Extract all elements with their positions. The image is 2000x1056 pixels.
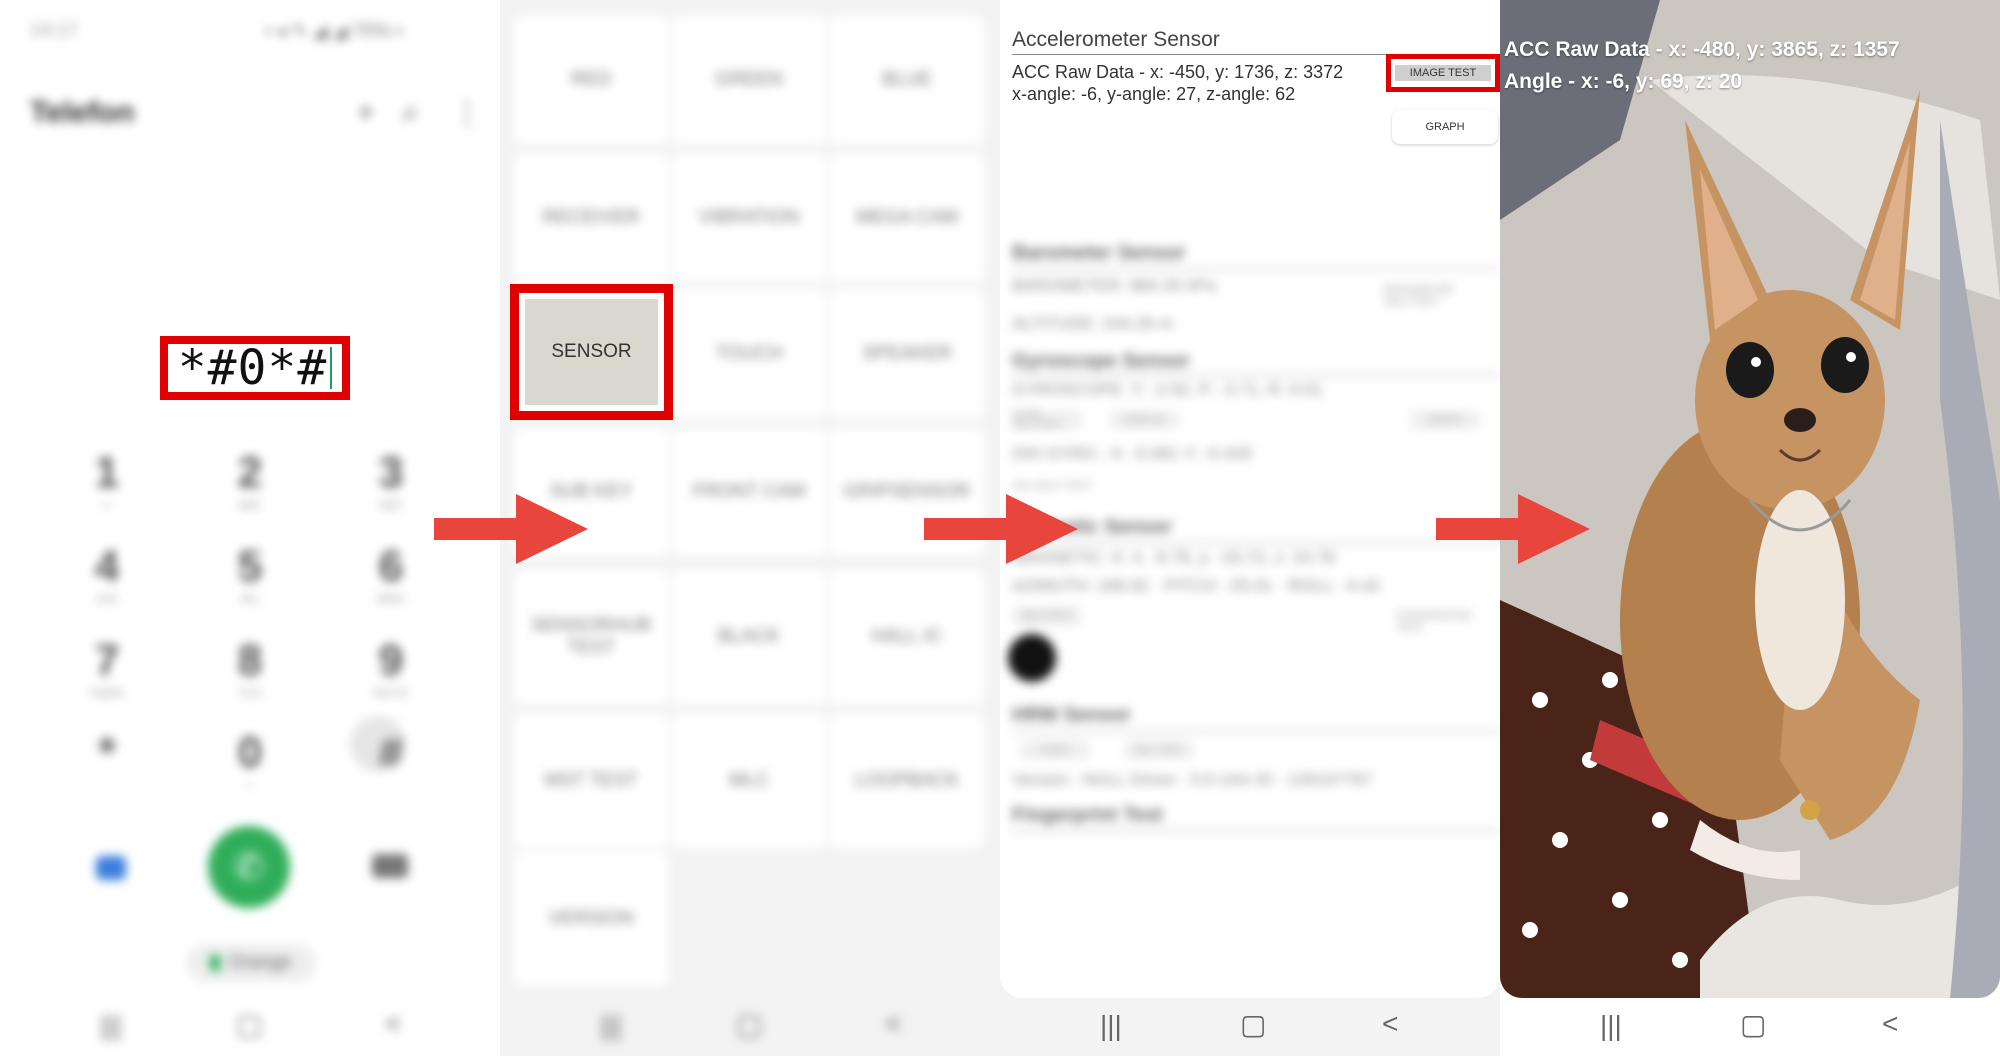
dialpad-key-0[interactable]: 0 +: [195, 728, 305, 792]
dialpad-key-8[interactable]: 8 TUV: [195, 636, 305, 700]
accelerometer-title: Accelerometer Sensor: [1012, 28, 1220, 51]
graph-button[interactable]: GRAPH: [1392, 110, 1498, 144]
gyroscope-divider: [1012, 374, 1500, 376]
fingerprint-divider: [1012, 830, 1500, 832]
tile-mst-test[interactable]: MST TEST: [514, 714, 668, 848]
azimuth-value: AZIMUTH: 168.92 · PITCH: -25.01 · ROLL: …: [1012, 576, 1381, 595]
barometer-selftest[interactable]: BAROMETER SELFTEST: [1384, 284, 1500, 308]
nav-back[interactable]: <: [1882, 1008, 1898, 1040]
sensor-tile-highlight[interactable]: SENSOR: [510, 284, 673, 420]
dialpad-key-5[interactable]: 5 JKL: [195, 542, 305, 606]
hrm-eol-button[interactable]: EOL TEST: [1124, 740, 1194, 760]
altitude-value: ALTITUDE: 244.26 m: [1012, 314, 1174, 333]
dialer-panel: 14:17 ▪ ◂ ✎ ◢ ◢ 75% ▪ Telefon + ⌕ ⋮ 1 ∞ 2…: [0, 0, 500, 1056]
status-icons: ▪ ◂ ✎ ◢ ◢ 75% ▪: [265, 21, 403, 42]
nav-recent-apps[interactable]: |||: [600, 1010, 622, 1042]
dialpad-key-3[interactable]: 3 DEF: [336, 448, 446, 512]
arrow-right-icon: [1436, 494, 1590, 564]
arrow-right-icon: [924, 494, 1078, 564]
nav-home[interactable]: ▢: [236, 1008, 262, 1041]
nav-home[interactable]: ▢: [1740, 1008, 1766, 1041]
dial-code-highlight[interactable]: *#0*#: [160, 336, 350, 400]
tile-blue[interactable]: BLUE: [830, 16, 984, 144]
gyroscope-title: Gyroscope Sensor: [1012, 350, 1190, 372]
nav-home[interactable]: ▢: [1240, 1008, 1266, 1041]
dialpad-key-hash[interactable]: #: [336, 728, 446, 778]
dialpad-key-7[interactable]: 7 PQRS: [52, 636, 162, 700]
backspace-icon[interactable]: [372, 854, 408, 878]
tile-version[interactable]: VERSION: [514, 852, 668, 986]
nav-back[interactable]: <: [1382, 1008, 1398, 1040]
tile-receiver[interactable]: RECEIVER: [514, 154, 668, 282]
hrm-start-button[interactable]: START: [1020, 740, 1090, 760]
dialpad-key-2[interactable]: 2 ABC: [195, 448, 305, 512]
magnetic-selftest-button[interactable]: SELFTEST: [1012, 606, 1082, 626]
gyro-display-button[interactable]: DISPLAY: [1110, 410, 1180, 430]
app-title: Telefon: [30, 96, 135, 129]
acc-angle-data: x-angle: -6, y-angle: 27, z-angle: 62: [1012, 84, 1296, 104]
image-test-acc-raw: ACC Raw Data - x: -480, y: 3865, z: 1357: [1504, 38, 1900, 61]
hrm-divider: [1012, 730, 1500, 732]
tile-speaker[interactable]: SPEAKER: [830, 290, 984, 418]
nav-home[interactable]: ▢: [736, 1008, 762, 1041]
dialpad-key-star[interactable]: *: [52, 728, 162, 778]
tile-touch[interactable]: TOUCH: [672, 290, 826, 418]
nav-recent-apps[interactable]: |||: [100, 1010, 122, 1042]
power-noise-test[interactable]: POWERNOISE TEST: [1396, 610, 1500, 634]
call-button[interactable]: ✆: [208, 826, 290, 908]
barometer-title: Barometer Sensor: [1012, 242, 1186, 264]
fingerprint-title: Fingerprint Test: [1012, 804, 1163, 826]
tile-sensorhub-test[interactable]: SENSORHUB TEST: [514, 570, 668, 704]
image-test-highlight[interactable]: IMAGE TEST: [1386, 54, 1500, 92]
tile-hall-ic[interactable]: HALL IC: [830, 570, 984, 704]
tile-sensor[interactable]: SENSOR: [525, 299, 658, 405]
tile-vibration[interactable]: VIBRATION: [672, 154, 826, 282]
add-icon[interactable]: +: [357, 96, 375, 130]
sim-carrier-chip[interactable]: Orange: [186, 944, 316, 982]
text-caret: [330, 347, 333, 389]
search-icon[interactable]: ⌕: [402, 96, 419, 130]
gyro-selftest-button[interactable]: GYRO SELFTEST: [1012, 409, 1082, 431]
tile-black[interactable]: BLACK: [672, 570, 826, 704]
gyroscope-value: GYROSCOPE: Y: -2.92, P: -3.71, R: 0.01: [1012, 380, 1323, 399]
image-test-angle: Angle - x: -6, y: 69, z: 20: [1504, 70, 1743, 93]
image-test-button[interactable]: IMAGE TEST: [1395, 65, 1491, 81]
barometer-value: BAROMETER: 984.26 hPa: [1012, 276, 1217, 295]
dialpad-key-1[interactable]: 1 ∞: [52, 448, 162, 512]
hrm-version: Version : NULL Driver : 3.0.14m ID : 126…: [1012, 770, 1373, 789]
dialed-code: *#0*#: [177, 340, 328, 396]
tile-mlc[interactable]: MLC: [672, 714, 826, 848]
status-time: 14:17: [30, 20, 78, 41]
nav-recent-apps[interactable]: |||: [1100, 1010, 1122, 1042]
ois-selftest[interactable]: OIS SELF TEST: [1012, 480, 1093, 492]
sim-icon: [210, 955, 221, 971]
dialpad-key-4[interactable]: 4 GHI: [52, 542, 162, 606]
video-message-icon[interactable]: [96, 856, 126, 880]
more-options-icon[interactable]: ⋮: [452, 96, 482, 131]
dialpad-key-6[interactable]: 6 MNO: [336, 542, 446, 606]
ois-gyro-value: OIS GYRO : X: -0.061 Y: -0.429: [1012, 444, 1252, 463]
hrm-title: HRM Sensor: [1012, 704, 1131, 726]
barometer-divider: [1012, 268, 1500, 270]
compass-icon: [1008, 634, 1056, 682]
arrow-right-icon: [434, 494, 588, 564]
acc-raw-data: ACC Raw Data - x: -450, y: 1736, z: 3372: [1012, 62, 1344, 82]
tile-red[interactable]: RED: [514, 16, 668, 144]
tile-mega-cam[interactable]: MEGA CAM: [830, 154, 984, 282]
nav-back[interactable]: <: [885, 1008, 901, 1040]
tile-loopback[interactable]: LOOPBACK: [830, 714, 984, 848]
magnetic-divider: [1012, 542, 1500, 544]
nav-recent-apps[interactable]: |||: [1600, 1010, 1622, 1042]
gyro-graph-button[interactable]: GRAPH: [1410, 410, 1480, 430]
nav-back[interactable]: <: [385, 1008, 401, 1040]
dialpad-key-9[interactable]: 9 WXYZ: [336, 636, 446, 700]
tile-green[interactable]: GREEN: [672, 16, 826, 144]
tile-front-cam[interactable]: FRONT CAM: [672, 428, 826, 556]
